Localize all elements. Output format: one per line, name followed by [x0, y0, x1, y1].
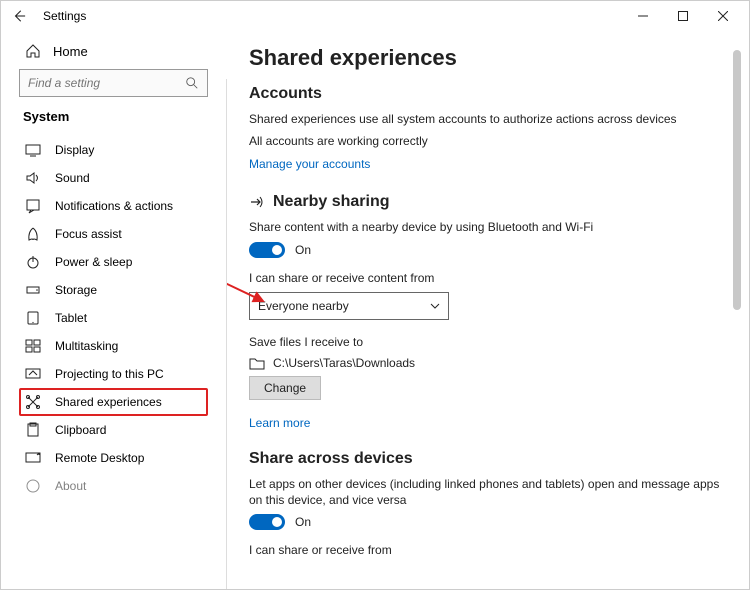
sound-icon [25, 170, 41, 186]
search-box[interactable] [19, 69, 208, 97]
sidebar-home[interactable]: Home [25, 43, 208, 59]
scrollbar[interactable] [733, 50, 741, 570]
chevron-down-icon [430, 301, 440, 311]
sidebar-item-clipboard[interactable]: Clipboard [19, 416, 208, 444]
sidebar-item-label: Multitasking [55, 339, 118, 353]
share-icon [249, 194, 265, 210]
share-across-from-label: I can share or receive from [249, 542, 723, 558]
sidebar-item-notifications[interactable]: Notifications & actions [19, 192, 208, 220]
sidebar-item-label: Display [55, 143, 94, 157]
learn-more-link[interactable]: Learn more [249, 416, 310, 430]
share-from-select[interactable]: Everyone nearby [249, 292, 449, 320]
back-button[interactable] [7, 4, 31, 28]
save-to-path: C:\Users\Taras\Downloads [273, 356, 415, 370]
share-from-value: Everyone nearby [258, 299, 349, 313]
nearby-desc: Share content with a nearby device by us… [249, 219, 723, 235]
share-from-label: I can share or receive content from [249, 270, 723, 286]
nearby-sharing-heading: Nearby sharing [249, 193, 723, 211]
content-area: Shared experiences Accounts Shared exper… [227, 31, 749, 589]
sidebar-item-label: Remote Desktop [55, 451, 144, 465]
sidebar-item-power-sleep[interactable]: Power & sleep [19, 248, 208, 276]
sidebar-item-projecting[interactable]: Projecting to this PC [19, 360, 208, 388]
sidebar-item-label: Sound [55, 171, 90, 185]
sidebar-item-storage[interactable]: Storage [19, 276, 208, 304]
scrollbar-thumb[interactable] [733, 50, 741, 310]
close-button[interactable] [703, 1, 743, 31]
share-across-heading: Share across devices [249, 450, 723, 468]
accounts-desc: Shared experiences use all system accoun… [249, 111, 723, 127]
sidebar-item-label: Tablet [55, 311, 87, 325]
sidebar-item-shared-experiences[interactable]: Shared experiences [19, 388, 208, 416]
folder-icon [249, 356, 265, 370]
sidebar-item-about[interactable]: About [19, 472, 208, 500]
tablet-icon [25, 310, 41, 326]
sidebar: Home System Display Sound Notifications … [1, 31, 226, 589]
nearby-toggle-state: On [295, 243, 311, 257]
sidebar-item-display[interactable]: Display [19, 136, 208, 164]
clipboard-icon [25, 422, 41, 438]
search-icon [185, 76, 199, 90]
sidebar-item-label: Clipboard [55, 423, 106, 437]
projecting-icon [25, 366, 41, 382]
change-button[interactable]: Change [249, 376, 321, 400]
share-across-toggle[interactable] [249, 514, 285, 530]
titlebar: Settings [1, 1, 749, 31]
sidebar-item-tablet[interactable]: Tablet [19, 304, 208, 332]
sidebar-item-label: Projecting to this PC [55, 367, 164, 381]
multitasking-icon [25, 338, 41, 354]
display-icon [25, 142, 41, 158]
share-across-desc: Let apps on other devices (including lin… [249, 476, 723, 508]
search-input[interactable] [28, 76, 185, 90]
manage-accounts-link[interactable]: Manage your accounts [249, 157, 370, 171]
settings-window: Settings Home System Display Sound No [0, 0, 750, 590]
sidebar-item-multitasking[interactable]: Multitasking [19, 332, 208, 360]
sidebar-item-label: Storage [55, 283, 97, 297]
sidebar-item-label: Focus assist [55, 227, 122, 241]
shared-experiences-icon [25, 394, 41, 410]
maximize-button[interactable] [663, 1, 703, 31]
sidebar-item-label: Notifications & actions [55, 199, 173, 213]
sidebar-item-remote-desktop[interactable]: Remote Desktop [19, 444, 208, 472]
home-label: Home [53, 44, 88, 59]
minimize-button[interactable] [623, 1, 663, 31]
power-icon [25, 254, 41, 270]
remote-desktop-icon [25, 450, 41, 466]
window-title: Settings [43, 9, 86, 23]
page-title: Shared experiences [249, 45, 723, 71]
about-icon [25, 478, 41, 494]
sidebar-item-label: Power & sleep [55, 255, 132, 269]
sidebar-section-title: System [23, 109, 208, 124]
home-icon [25, 43, 41, 59]
sidebar-nav: Display Sound Notifications & actions Fo… [19, 136, 208, 500]
storage-icon [25, 282, 41, 298]
share-across-toggle-state: On [295, 515, 311, 529]
notifications-icon [25, 198, 41, 214]
save-to-label: Save files I receive to [249, 334, 723, 350]
sidebar-item-label: About [55, 479, 86, 493]
accounts-heading: Accounts [249, 85, 723, 103]
nearby-sharing-toggle[interactable] [249, 242, 285, 258]
focus-assist-icon [25, 226, 41, 242]
sidebar-item-focus-assist[interactable]: Focus assist [19, 220, 208, 248]
sidebar-item-label: Shared experiences [55, 395, 162, 409]
nearby-heading-text: Nearby sharing [273, 193, 389, 211]
sidebar-item-sound[interactable]: Sound [19, 164, 208, 192]
accounts-status: All accounts are working correctly [249, 133, 723, 149]
